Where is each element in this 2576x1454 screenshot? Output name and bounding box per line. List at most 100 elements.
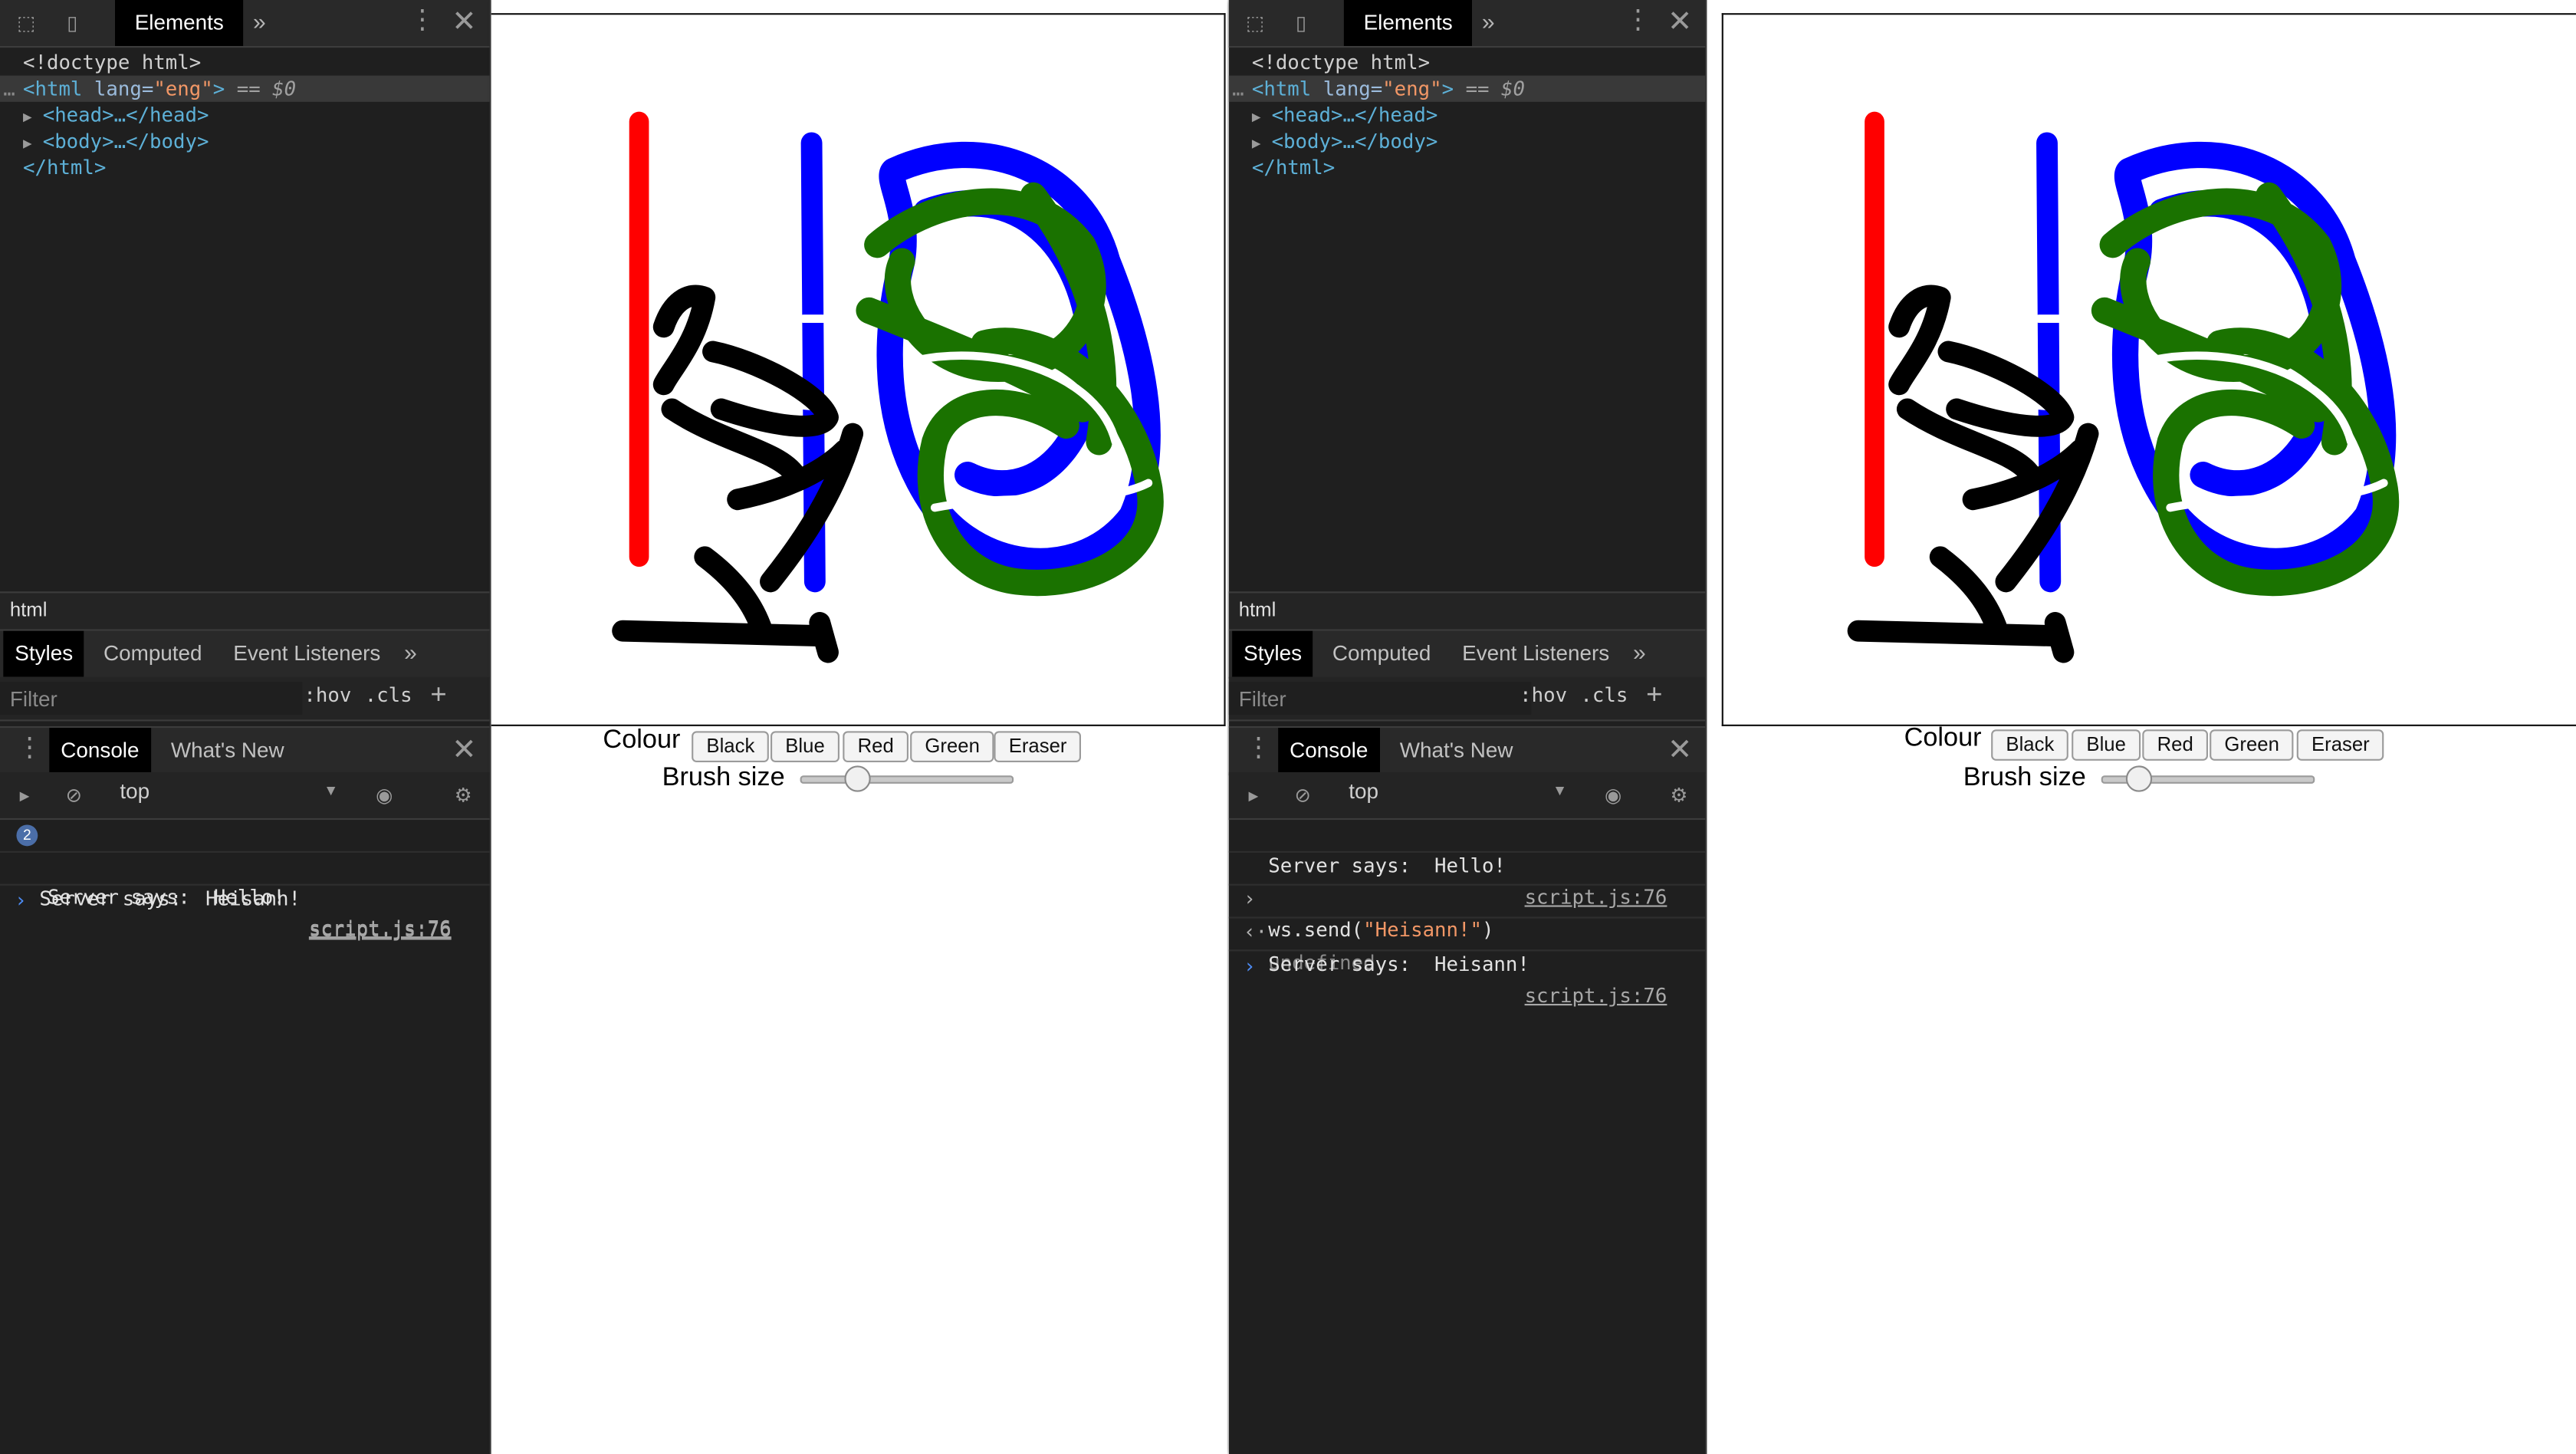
tab-whats-new[interactable]: What's New — [1400, 728, 1513, 774]
hov-toggle[interactable]: :hov — [304, 683, 351, 706]
sidebar-toggle-icon[interactable]: ▸ — [10, 781, 40, 811]
drawing-canvas[interactable] — [1721, 13, 2576, 726]
console-message: Server says: Heisann! script.js:76 — [1228, 919, 1706, 1007]
console-output: 2 Server says: Hello! script.js:76 Serve… — [0, 820, 490, 942]
console-message: Server says: Heisann! script.js:76 — [0, 853, 490, 942]
more-options-icon[interactable]: ⋮ — [1625, 7, 1651, 37]
device-toolbar-icon[interactable]: ▯ — [58, 8, 87, 38]
drawer-menu-icon[interactable]: ⋮ — [1245, 735, 1271, 765]
tab-elements[interactable]: Elements — [1343, 0, 1473, 46]
colour-label: Colour — [1904, 724, 1982, 753]
canvas-drawing — [612, 111, 1164, 663]
tab-styles[interactable]: Styles — [3, 630, 85, 677]
green-button[interactable]: Green — [910, 731, 995, 763]
styles-filter-input[interactable] — [0, 682, 303, 715]
red-button[interactable]: Red — [843, 731, 909, 763]
web-page-right: Colour Black Blue Red Green Eraser Brush… — [1707, 0, 2576, 1454]
source-link[interactable]: script.js:76 — [1525, 981, 1668, 1012]
slider-thumb[interactable] — [843, 765, 871, 792]
cls-toggle[interactable]: .cls — [365, 683, 412, 706]
chevron-down-icon[interactable]: ▼ — [324, 782, 338, 798]
dom-node-doctype[interactable]: <!doctype html> — [1229, 49, 1705, 75]
dom-node-html-close[interactable]: </html> — [0, 154, 490, 180]
dom-node-doctype[interactable]: <!doctype html> — [0, 49, 490, 75]
more-tabs-icon[interactable]: » — [404, 637, 417, 667]
blue-button[interactable]: Blue — [770, 731, 840, 763]
dom-node-head[interactable]: ▶ <head>…</head> — [0, 102, 490, 128]
more-tabs-icon[interactable]: » — [1633, 637, 1646, 667]
more-options-icon[interactable]: ⋮ — [409, 7, 435, 37]
gear-icon[interactable]: ⚙ — [449, 781, 478, 811]
inspect-element-icon[interactable]: ⬚ — [1240, 8, 1270, 38]
drawer-menu-icon[interactable]: ⋮ — [16, 735, 42, 765]
source-link[interactable]: script.js:76 — [309, 915, 452, 946]
console-toolbar: ▸ ⊘ top ▼ ◉ ⚙ — [1228, 771, 1706, 821]
styles-filter-row: :hov .cls + — [0, 676, 490, 722]
tab-console[interactable]: Console — [1278, 728, 1380, 775]
drawing-canvas[interactable] — [491, 13, 1226, 726]
tab-event-listeners[interactable]: Event Listeners — [1462, 631, 1609, 677]
tab-event-listeners[interactable]: Event Listeners — [233, 631, 380, 677]
device-toolbar-icon[interactable]: ▯ — [1286, 8, 1316, 38]
styles-filter-input[interactable] — [1228, 682, 1532, 715]
gear-icon[interactable]: ⚙ — [1664, 781, 1694, 811]
breadcrumb-html[interactable]: html — [1239, 598, 1276, 621]
console-output: Server says: Hello! script.js:76 › ws.se… — [1228, 820, 1706, 1007]
breadcrumb: html — [1228, 591, 1706, 631]
add-style-rule-icon[interactable]: + — [1646, 679, 1662, 712]
dom-node-html-close[interactable]: </html> — [1229, 154, 1705, 180]
tab-whats-new[interactable]: What's New — [171, 728, 284, 774]
devtools-panel-right: ⬚ ▯ Elements » ⋮ ✕ <!doctype html> … <ht… — [1228, 0, 1707, 1454]
more-tabs-icon[interactable]: » — [1482, 7, 1495, 37]
slider-thumb[interactable] — [2126, 765, 2153, 792]
tab-computed[interactable]: Computed — [104, 631, 202, 677]
dom-node-html[interactable]: … <html lang="eng"> == $0 — [1228, 75, 1706, 102]
brush-size-slider[interactable] — [2101, 765, 2315, 792]
console-prompt[interactable]: › — [1229, 951, 1705, 982]
close-drawer-icon[interactable]: ✕ — [452, 731, 476, 767]
red-button[interactable]: Red — [2142, 729, 2209, 761]
tab-styles[interactable]: Styles — [1232, 630, 1314, 677]
console-prompt[interactable]: › — [0, 886, 490, 917]
slider-track — [800, 775, 1014, 784]
close-drawer-icon[interactable]: ✕ — [1668, 731, 1692, 767]
sidebar-toggle-icon[interactable]: ▸ — [1239, 781, 1269, 811]
close-icon[interactable]: ✕ — [452, 3, 476, 39]
context-selector[interactable]: top — [1349, 778, 1378, 803]
styles-filter-row: :hov .cls + — [1228, 676, 1706, 722]
hov-toggle[interactable]: :hov — [1520, 683, 1567, 706]
tab-console[interactable]: Console — [49, 728, 151, 775]
add-style-rule-icon[interactable]: + — [430, 679, 446, 712]
tab-elements[interactable]: Elements — [115, 0, 244, 46]
breadcrumb-html[interactable]: html — [10, 598, 48, 621]
devtools-panel-left: ⬚ ▯ Elements » ⋮ ✕ <!doctype html> … <ht… — [0, 0, 491, 1454]
colour-label: Colour — [603, 725, 681, 755]
dom-tree: <!doctype html> … <html lang="eng"> == $… — [0, 49, 490, 180]
green-button[interactable]: Green — [2210, 729, 2295, 761]
inspect-element-icon[interactable]: ⬚ — [12, 8, 41, 38]
dom-node-html[interactable]: … <html lang="eng"> == $0 — [0, 75, 490, 102]
web-page-left: Colour Black Blue Red Green Eraser Brush… — [491, 0, 1227, 1454]
clear-console-icon[interactable]: ⊘ — [59, 781, 89, 811]
ellipsis-icon: … — [1232, 77, 1244, 100]
eye-icon[interactable]: ◉ — [1598, 781, 1628, 811]
eraser-button[interactable]: Eraser — [2296, 729, 2385, 761]
more-tabs-icon[interactable]: » — [253, 7, 266, 37]
chevron-down-icon[interactable]: ▼ — [1552, 782, 1567, 798]
cls-toggle[interactable]: .cls — [1580, 683, 1628, 706]
eye-icon[interactable]: ◉ — [370, 781, 399, 811]
close-icon[interactable]: ✕ — [1668, 3, 1692, 39]
black-button[interactable]: Black — [692, 731, 770, 763]
brush-size-slider[interactable] — [800, 765, 1014, 792]
tab-computed[interactable]: Computed — [1332, 631, 1431, 677]
context-selector[interactable]: top — [120, 778, 150, 803]
black-button[interactable]: Black — [1991, 729, 2069, 761]
eraser-button[interactable]: Eraser — [994, 731, 1082, 763]
brush-size-label: Brush size — [662, 764, 785, 792]
clear-console-icon[interactable]: ⊘ — [1288, 781, 1318, 811]
dom-node-head[interactable]: ▶ <head>…</head> — [1229, 102, 1705, 128]
dom-node-body[interactable]: ▶ <body>…</body> — [1229, 128, 1705, 154]
dom-node-body[interactable]: ▶ <body>…</body> — [0, 128, 490, 154]
repeat-count-badge: 2 — [16, 824, 38, 847]
blue-button[interactable]: Blue — [2072, 729, 2141, 761]
